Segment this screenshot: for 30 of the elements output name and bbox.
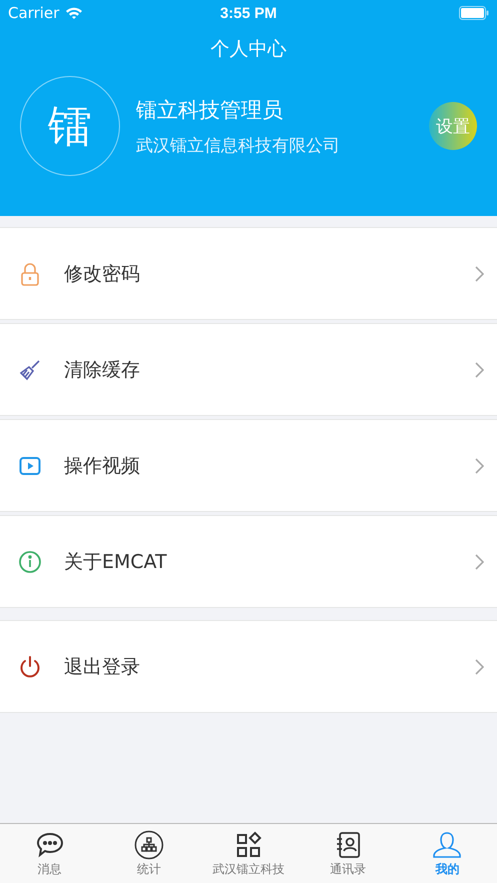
chevron-icon (475, 266, 484, 282)
settings-button[interactable]: 设置 (429, 102, 477, 150)
tab[interactable]: 通讯录 (298, 824, 398, 883)
menu-item[interactable]: 修改密码 (0, 227, 497, 320)
menu-item[interactable]: 清除缓存 (0, 323, 497, 416)
page-title: 个人中心 (210, 37, 288, 62)
tab[interactable]: 消息 (0, 824, 100, 883)
brush-icon (18, 358, 42, 382)
power-icon (18, 654, 42, 678)
chevron-icon (475, 658, 484, 674)
tab[interactable]: 统计 (99, 824, 199, 883)
menu-item[interactable]: 关于EMCAT (0, 515, 497, 608)
tab[interactable]: 我的 (398, 824, 497, 883)
chevron-icon (475, 554, 484, 570)
person-icon (432, 830, 462, 860)
chevron-icon (475, 362, 484, 378)
clock-time: 3:55 PM (220, 4, 277, 22)
lock-icon (18, 262, 42, 286)
user-name: 镭立科技管理员 (136, 96, 284, 124)
tab[interactable]: 武汉镭立科技 (198, 824, 298, 883)
company-name: 武汉镭立信息科技有限公司 (136, 134, 341, 156)
wifi-icon (65, 6, 84, 20)
battery-icon (459, 6, 489, 20)
carrier-label: Carrier (8, 4, 60, 22)
info-icon (18, 550, 42, 574)
chevron-icon (475, 458, 484, 474)
menu-item[interactable]: 退出登录 (0, 620, 497, 713)
menu-item[interactable]: 操作视频 (0, 419, 497, 512)
hierarchy-icon (134, 830, 164, 860)
avatar: 镭 (20, 76, 120, 176)
